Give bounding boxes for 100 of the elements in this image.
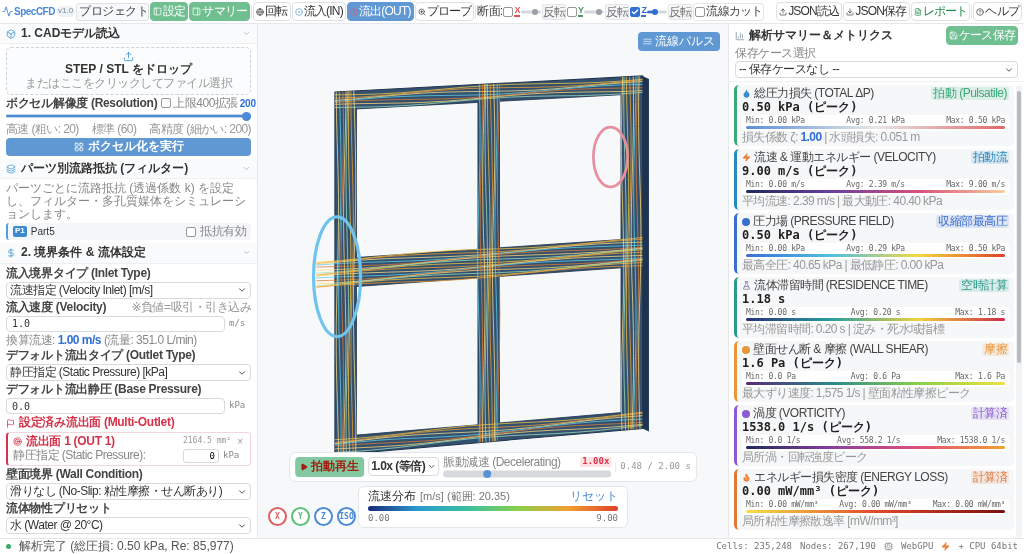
section-slider[interactable] <box>520 8 541 15</box>
reset-link[interactable]: リセット <box>570 489 618 504</box>
scrollbar[interactable] <box>1016 85 1022 538</box>
field-label: デフォルト流出タイプ (Outlet Type) <box>6 349 197 363</box>
cube-icon <box>6 28 16 39</box>
description-text: パーツごとに流路抵抗 (透過係数 k) を設定し、フィルター・多孔質媒体をシミュレーションします。 <box>6 182 247 222</box>
outlets-heading: 設定済み流出面 (Multi-Outlet) <box>19 416 175 430</box>
legend-max: 9.00 <box>596 514 618 524</box>
project-name-field[interactable]: プロジェクト <box>76 2 150 21</box>
checkbox[interactable] <box>566 6 577 17</box>
slider-thumb[interactable] <box>595 8 602 15</box>
stat-max: Max: 1.18 s <box>955 308 1005 318</box>
metric-footnote: 最高全圧: 40.65 kPa | 最低静圧: 0.00 kPa <box>742 259 945 273</box>
dropdown[interactable]: 水 (Water @ 20°C) <box>6 517 251 535</box>
mode-button[interactable]: 回転 <box>253 2 291 21</box>
upload-icon <box>123 51 134 63</box>
flip-button[interactable]: 反転 <box>668 3 693 20</box>
flask-icon <box>742 281 751 291</box>
dropdown[interactable]: 滑りなし (No-Slip: 粘性摩擦・せん断あり) <box>6 483 251 500</box>
flip-button[interactable]: 反転 <box>605 3 630 20</box>
play-icon <box>300 462 309 471</box>
field-label: 流入境界タイプ (Inlet Type) <box>6 266 152 280</box>
metric-value: 0.00 mW/mm³ (ピーク) <box>742 484 881 500</box>
mode-label: 脈動減速 (Decelerating) <box>443 455 561 469</box>
toolbar-button[interactable]: ヘルプ <box>973 2 1022 21</box>
metric-value: 0.50 kPa (ピーク) <box>742 228 859 244</box>
stat-min: Min: 0.00 mW/mm³ <box>746 500 819 510</box>
dropdown[interactable]: 流速指定 (Velocity Inlet) [m/s] <box>6 281 251 299</box>
resolution-value: 200 <box>239 97 256 109</box>
metric-footnote: 損失係数 ζ: 1.00 | 水頭損失: 0.051 m <box>742 131 921 145</box>
dot-icon <box>742 217 750 226</box>
panel-title: 解析サマリー＆メトリクス <box>749 28 893 43</box>
stat-max: Max: 0.50 kPa <box>946 116 1005 126</box>
stat-max: Max: 1538.0 1/s <box>937 436 1005 446</box>
axis-label: Y <box>577 6 584 17</box>
part-name: Part5 <box>30 226 55 238</box>
download-icon <box>846 7 855 16</box>
slider-thumb[interactable] <box>242 111 251 121</box>
checkbox[interactable] <box>186 226 196 237</box>
status-text: 解析完了 (総圧損: 0.50 kPa, Re: 85,977) <box>19 539 234 554</box>
scale-label: 標準 (60) <box>91 122 137 136</box>
resolution-slider[interactable] <box>6 111 251 121</box>
toolbar-button[interactable]: レポート <box>910 2 971 21</box>
section-title: 1. CADモデル読込 <box>21 27 121 41</box>
stat-min: Min: 0.00 m/s <box>746 180 805 190</box>
field-label: 壁面境界 (Wall Condition) <box>6 467 144 481</box>
layers-icon <box>6 163 16 174</box>
section-header[interactable]: 2. 境界条件 & 流体設定 <box>0 243 257 264</box>
pressure-input[interactable]: 0 <box>183 448 219 463</box>
time-slider[interactable] <box>443 470 612 478</box>
file-drop-zone[interactable]: STEP / STL をドロップ またはここをクリックしてファイル選択 <box>6 47 251 95</box>
mode-button[interactable]: プローブ <box>414 2 475 21</box>
field-label: 流体物性プリセット <box>6 502 113 516</box>
slider-thumb[interactable] <box>532 8 539 15</box>
stat-avg: Avg: 0.20 s <box>850 308 901 318</box>
section-header[interactable]: パーツ別流路抵抗 (フィルター) <box>0 158 257 180</box>
view-button[interactable]: X <box>268 507 287 526</box>
field-label: ボクセル解像度 (Resolution) <box>6 96 158 110</box>
metric-title: エネルギー損失密度 (ENERGY LOSS) <box>754 471 949 485</box>
metric-value: 9.00 m/s (ピーク) <box>742 164 859 180</box>
metric-badge: 計算済 <box>970 471 1009 485</box>
metric-badge: 計算済 <box>970 407 1009 421</box>
toolbar-button[interactable]: JSON保存 <box>843 2 910 21</box>
checkbox[interactable] <box>695 6 706 17</box>
slider-thumb[interactable] <box>651 8 658 15</box>
flag-icon <box>6 418 15 428</box>
target-icon <box>349 7 358 16</box>
checkbox[interactable] <box>503 6 514 17</box>
case-select[interactable]: -- 保存ケースなし -- <box>735 61 1018 79</box>
stat-min: Min: 0.00 kPa <box>746 116 805 126</box>
save-icon <box>949 31 958 40</box>
view-button[interactable]: ISO <box>337 507 356 526</box>
checkbox[interactable] <box>630 6 641 17</box>
flip-button[interactable]: 反転 <box>541 3 566 20</box>
toolbar-button[interactable]: JSON読込 <box>776 2 843 21</box>
play-button[interactable]: 拍動再生 <box>295 456 365 477</box>
cpu-label: + CPU 64bit <box>958 541 1018 552</box>
flame-icon <box>742 473 751 483</box>
section-slider[interactable] <box>647 8 668 15</box>
mode-button[interactable]: 流入(IN) <box>291 2 346 21</box>
metric-title: 渦度 (VORTICITY) <box>753 407 847 421</box>
number-input[interactable]: 1.0 <box>6 315 225 332</box>
section-header[interactable]: 1. CADモデル読込 <box>0 24 257 45</box>
field-label: 保存ケース選択 <box>735 47 817 61</box>
section-slider[interactable] <box>584 8 605 15</box>
cells-count: Cells: 235,248 <box>716 541 792 552</box>
view-button[interactable]: Z <box>314 507 333 526</box>
stat-avg: Avg: 2.39 m/s <box>846 180 905 190</box>
checkbox[interactable] <box>161 98 172 109</box>
stat-min: Min: 0.00 s <box>746 308 796 318</box>
scale-label: 高速 (粗い: 20) <box>6 122 79 136</box>
checkbox-label: 流線カット <box>706 4 763 19</box>
section-title: パーツ別流路抵抗 (フィルター) <box>21 161 189 176</box>
metric-value: 0.50 kPa (ピーク) <box>742 100 859 116</box>
hint-text: ※負値=吸引・引き込み <box>131 300 251 314</box>
number-input[interactable]: 0.0 <box>6 398 225 415</box>
metric-value: 1.6 Pa (ピーク) <box>742 356 845 372</box>
slider-thumb[interactable] <box>483 470 492 478</box>
chart-icon <box>735 30 745 41</box>
dropdown[interactable]: 静圧指定 (Static Pressure) [kPa] <box>6 364 251 382</box>
